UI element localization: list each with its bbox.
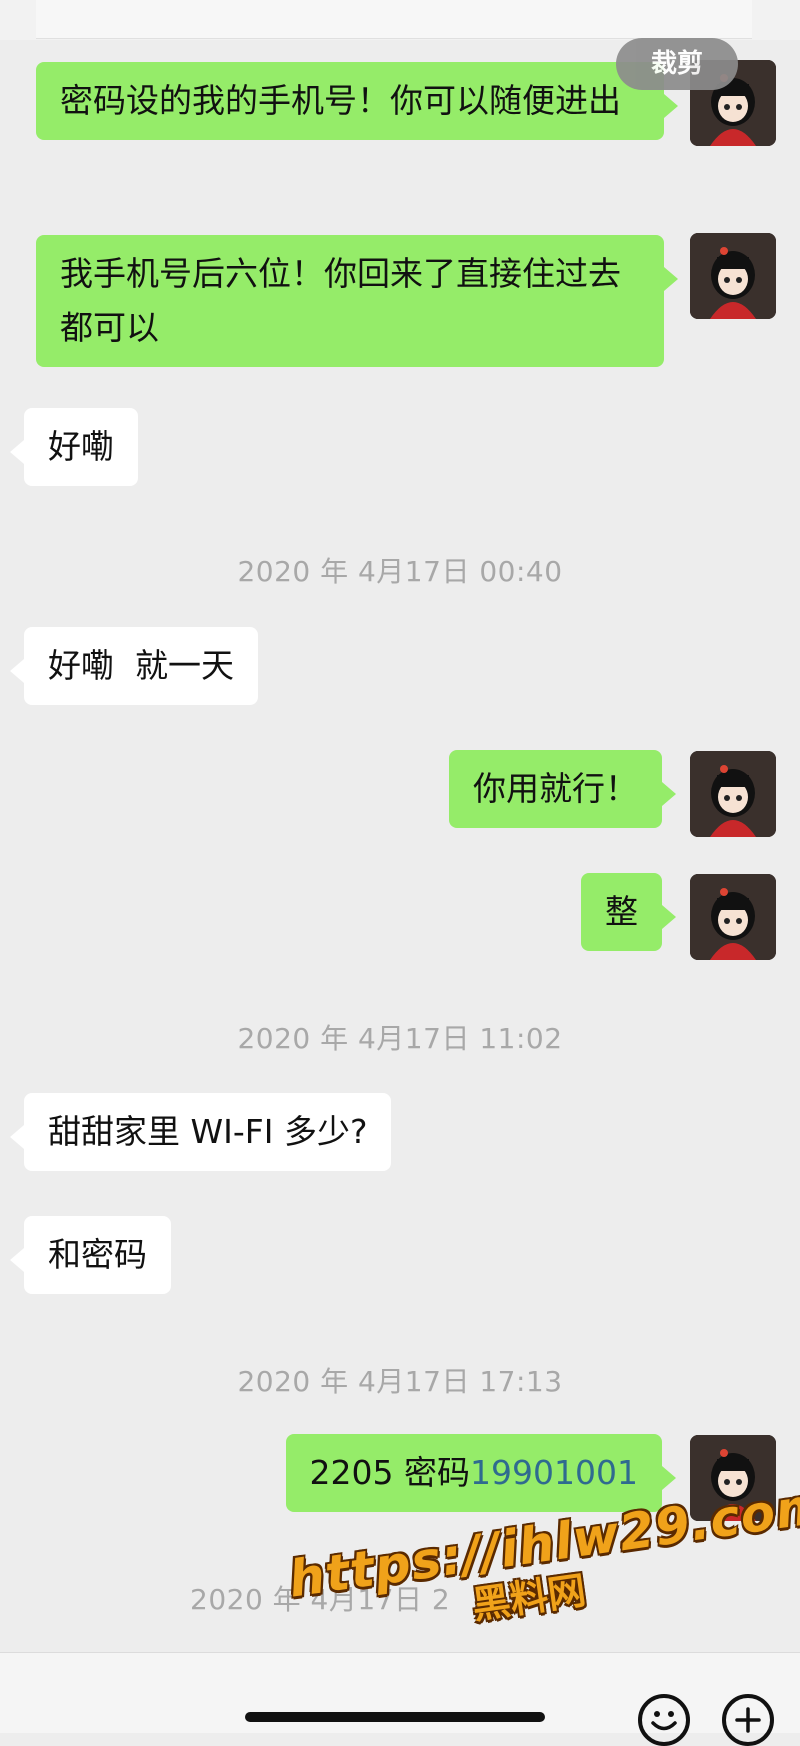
avatar[interactable]: [690, 874, 776, 960]
message-bubble-sent[interactable]: 你用就行！: [449, 750, 676, 828]
message-bubble-received[interactable]: 甜甜家里 WI-FI 多少?: [9, 1093, 392, 1171]
smiley-face-icon[interactable]: [638, 1694, 690, 1746]
message-text: 2205 密码: [309, 1453, 471, 1492]
top-bar: [0, 0, 800, 40]
avatar[interactable]: [690, 751, 776, 837]
phone-number-link[interactable]: 19901001: [470, 1453, 638, 1492]
message-timestamp: 2020 年 4月17日 11:02: [237, 1022, 563, 1055]
top-strip: [36, 0, 752, 39]
home-indicator[interactable]: [245, 1712, 545, 1722]
avatar-icon: [690, 751, 776, 837]
crop-button[interactable]: 裁剪: [616, 38, 738, 90]
message-bubble-sent[interactable]: 2205 密码19901001: [285, 1434, 677, 1512]
plus-circle-icon[interactable]: [722, 1694, 774, 1746]
message-bubble-received[interactable]: 好嘞: [10, 408, 138, 486]
message-bubble-sent[interactable]: 整: [581, 873, 676, 951]
message-bubble-sent[interactable]: 密码设的我的手机号！你可以随便进出: [36, 62, 678, 140]
avatar-icon: [690, 233, 776, 319]
message-bubble-received[interactable]: 好嘞 就一天: [10, 627, 258, 705]
message-bubble-sent[interactable]: 我手机号后六位！你回来了直接住过去都可以: [36, 235, 678, 367]
message-timestamp: 2020 年 4月17日 00:40: [237, 555, 563, 588]
message-bubble-received[interactable]: 和密码: [10, 1216, 171, 1294]
message-timestamp: 2020 年 4月17日 17:13: [237, 1365, 563, 1398]
avatar-icon: [690, 874, 776, 960]
avatar[interactable]: [690, 233, 776, 319]
